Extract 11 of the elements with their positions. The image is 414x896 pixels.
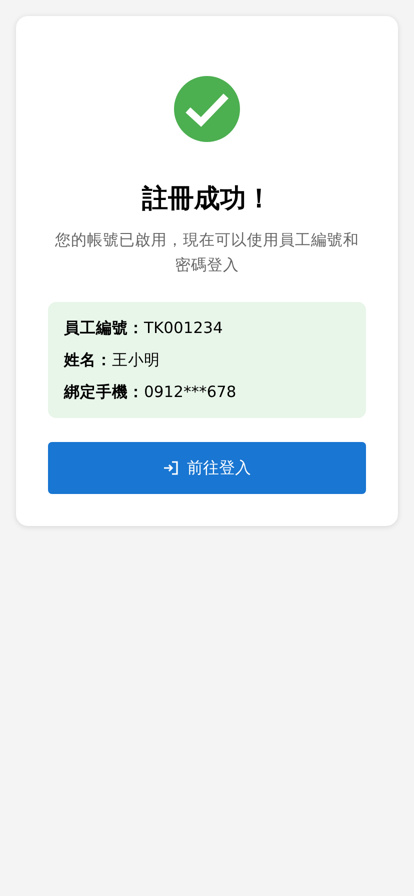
info-value: 王小明 bbox=[112, 350, 160, 371]
info-value: 0912***678 bbox=[144, 382, 236, 403]
checkmark-icon bbox=[174, 76, 240, 142]
info-label: 姓名： bbox=[64, 350, 112, 371]
info-label: 員工編號： bbox=[64, 318, 144, 339]
login-icon bbox=[163, 460, 179, 476]
info-value: TK001234 bbox=[144, 318, 223, 339]
success-title: 註冊成功！ bbox=[142, 183, 272, 216]
login-button[interactable]: 前往登入 bbox=[48, 442, 366, 494]
success-message: 您的帳號已啟用，現在可以使用員工編號和密碼登入 bbox=[54, 230, 360, 276]
info-label: 綁定手機： bbox=[64, 382, 144, 403]
